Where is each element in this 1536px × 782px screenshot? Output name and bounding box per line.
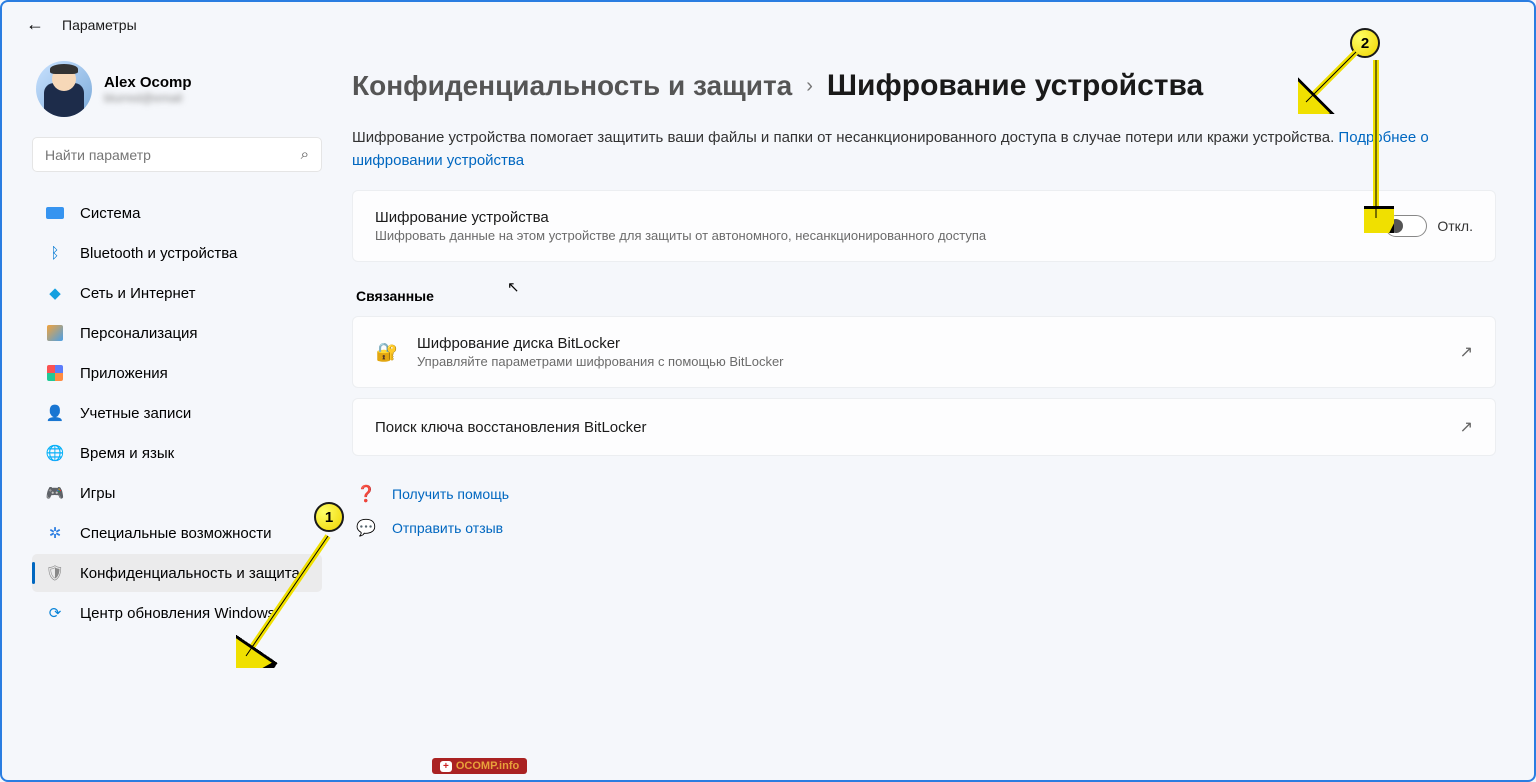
search-box[interactable]: ⌕ [32,137,322,172]
search-input[interactable] [45,147,301,163]
brush-icon [46,324,64,342]
sidebar-item-privacy[interactable]: 🛡 Конфиденциальность и защита [32,554,322,592]
avatar [36,61,92,117]
card-title: Поиск ключа восстановления BitLocker [375,419,1442,436]
sidebar-item-label: Конфиденциальность и защита [80,565,300,582]
sidebar: Alex Ocomp blurred@email ⌕ Система ᛒ Blue… [2,47,342,775]
encryption-toggle[interactable] [1385,215,1427,237]
sidebar-item-label: Сеть и Интернет [80,285,196,302]
person-icon: 👤 [46,404,64,422]
page-description: Шифрование устройства помогает защитить … [352,127,1496,172]
shield-icon: 🛡 [46,564,64,582]
user-email: blurred@email [104,91,192,105]
sidebar-item-label: Специальные возможности [80,525,272,542]
apps-icon [46,364,64,382]
back-button[interactable]: ← [26,14,44,35]
sidebar-item-label: Система [80,205,140,222]
card-subtitle: Шифровать данные на этом устройстве для … [375,228,1367,243]
encryption-toggle-card: Шифрование устройства Шифровать данные н… [352,190,1496,262]
search-icon: ⌕ [301,146,309,163]
card-title: Шифрование диска BitLocker [417,335,1442,352]
monitor-icon [46,204,64,222]
sidebar-item-accounts[interactable]: 👤 Учетные записи [32,394,322,432]
window-title: Параметры [62,17,137,33]
sidebar-item-label: Учетные записи [80,405,191,422]
user-block[interactable]: Alex Ocomp blurred@email [32,61,322,117]
sidebar-item-label: Bluetooth и устройства [80,245,237,262]
sidebar-item-system[interactable]: Система [32,194,322,232]
card-subtitle: Управляйте параметрами шифрования с помо… [417,354,1442,369]
toggle-label: Откл. [1437,218,1473,234]
watermark: +OCOMP.info [432,758,527,774]
sidebar-item-label: Приложения [80,365,168,382]
breadcrumb: Конфиденциальность и защита › Шифрование… [352,69,1496,103]
user-name: Alex Ocomp [104,74,192,91]
feedback-icon: 💬 [356,518,376,538]
sidebar-item-bluetooth[interactable]: ᛒ Bluetooth и устройства [32,234,322,272]
sidebar-item-personalization[interactable]: Персонализация [32,314,322,352]
sidebar-item-gaming[interactable]: 🎮 Игры [32,474,322,512]
sidebar-item-label: Время и язык [80,445,174,462]
gamepad-icon: 🎮 [46,484,64,502]
update-icon: ⟳ [46,604,64,622]
sidebar-item-update[interactable]: ⟳ Центр обновления Windows [32,594,322,632]
recovery-key-card[interactable]: Поиск ключа восстановления BitLocker ↗ [352,398,1496,456]
chevron-right-icon: › [806,75,813,98]
external-link-icon: ↗ [1460,342,1473,362]
sidebar-item-network[interactable]: ◆ Сеть и Интернет [32,274,322,312]
sidebar-item-apps[interactable]: Приложения [32,354,322,392]
feedback-link[interactable]: Отправить отзыв [392,520,503,536]
bluetooth-icon: ᛒ [46,244,64,262]
globe-icon: 🌐 [46,444,64,462]
sidebar-item-label: Игры [80,485,115,502]
description-text: Шифрование устройства помогает защитить … [352,129,1338,146]
accessibility-icon: ✲ [46,524,64,542]
card-title: Шифрование устройства [375,209,1367,226]
breadcrumb-parent[interactable]: Конфиденциальность и защита [352,70,792,102]
sidebar-item-label: Центр обновления Windows [80,605,275,622]
wifi-icon: ◆ [46,284,64,302]
sidebar-item-time[interactable]: 🌐 Время и язык [32,434,322,472]
help-icon: ❓ [356,484,376,504]
get-help-link[interactable]: Получить помощь [392,486,509,502]
related-heading: Связанные [356,288,1496,304]
external-link-icon: ↗ [1460,417,1473,437]
lock-icon: 🔐 [375,342,399,363]
sidebar-item-label: Персонализация [80,325,198,342]
sidebar-item-accessibility[interactable]: ✲ Специальные возможности [32,514,322,552]
bitlocker-card[interactable]: 🔐 Шифрование диска BitLocker Управляйте … [352,316,1496,388]
page-title: Шифрование устройства [827,69,1203,103]
main-content: Конфиденциальность и защита › Шифрование… [342,47,1534,775]
